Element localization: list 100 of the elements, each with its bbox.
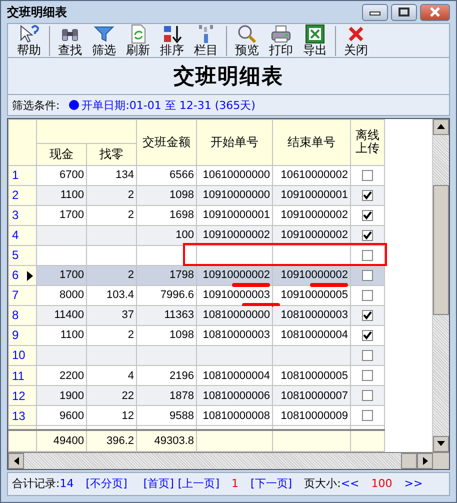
up-arrow-icon [437, 124, 445, 130]
column-header[interactable]: 开始单号 [196, 119, 272, 166]
checkbox[interactable] [362, 270, 373, 281]
table-cell: 9588 [136, 406, 196, 426]
table-cell: 10910000002 [272, 205, 350, 226]
scroll-thumb[interactable] [401, 452, 417, 469]
table-row[interactable]: 1 6700 134 6566 10610000000 10610000002 [8, 165, 384, 186]
checkbox[interactable] [362, 250, 373, 261]
table-row[interactable]: 10 [8, 345, 384, 366]
total-cell: 49400 [36, 430, 86, 452]
minimize-button[interactable] [362, 4, 388, 21]
pager-link[interactable]: [首页] [143, 476, 174, 492]
record-count-label: 合计记录: [12, 476, 60, 492]
column-header[interactable]: 找零 [86, 143, 136, 166]
row-number: 4 [8, 225, 36, 246]
pager-link[interactable]: [上一页] [178, 476, 220, 492]
table-cell: 1098 [136, 185, 196, 206]
table-cell: 1698 [136, 205, 196, 226]
row-number: 11 [8, 365, 36, 386]
toolbar-button[interactable]: 筛选 [87, 24, 121, 58]
table-cell: 1100 [36, 185, 86, 206]
maximize-icon [398, 7, 410, 18]
table-cell: 1700 [36, 265, 86, 286]
toolbar-button[interactable]: 排序 [155, 24, 189, 58]
checkbox[interactable] [362, 170, 373, 181]
filter-icon [93, 24, 115, 44]
checkbox[interactable] [362, 410, 373, 422]
check-icon [363, 230, 372, 240]
table-cell [36, 225, 86, 246]
page-size-label: 页大小: [304, 476, 341, 492]
table-cell [136, 345, 196, 366]
scroll-thumb[interactable] [433, 184, 449, 315]
toolbar-button[interactable]: 帮助 [12, 24, 46, 58]
table-cell: 2 [86, 205, 136, 226]
toolbar-button[interactable]: 预览 [230, 24, 264, 58]
toolbar-button[interactable]: 导出 [298, 24, 332, 58]
pager-link[interactable]: >> [404, 477, 423, 490]
table-row[interactable]: 4 100 10910000002 10910000002 [8, 225, 384, 246]
checkbox[interactable] [362, 230, 373, 241]
row-number: 8 [8, 305, 36, 326]
table-cell [86, 245, 136, 266]
toolbar-button[interactable]: 打印 [264, 24, 298, 58]
column-header[interactable]: 结束单号 [272, 119, 350, 166]
table-cell [86, 345, 136, 366]
table-cell: 10810000006 [196, 386, 272, 406]
row-number: 10 [8, 345, 36, 366]
table-row[interactable]: 3 1700 2 1698 10910000001 10910000002 [8, 205, 384, 226]
checkbox[interactable] [362, 390, 373, 402]
header-cell [8, 119, 36, 166]
table-row[interactable]: 2 1100 2 1098 10910000000 10910000001 [8, 185, 384, 206]
table-row[interactable]: 8 11400 37 11363 10810000000 10810000003 [8, 305, 384, 326]
table-cell: 1798 [136, 265, 196, 286]
checkbox[interactable] [362, 290, 373, 301]
toolbar-button[interactable]: 刷新 [121, 24, 155, 58]
checkbox[interactable] [362, 210, 373, 221]
toolbar-button[interactable]: 查找 [53, 24, 87, 58]
checkbox[interactable] [362, 370, 373, 382]
table-cell: 37 [86, 305, 136, 326]
table-row[interactable]: 12 1900 22 1878 10810000006 10810000007 [8, 386, 384, 406]
table-row[interactable]: 6 1700 2 1798 10910000002 10910000002 [8, 265, 384, 286]
toolbar-button[interactable]: 栏目 [189, 24, 223, 58]
pager-link[interactable]: [不分页] [86, 476, 128, 492]
down-arrow-icon [437, 441, 445, 446]
total-cell: 49303.8 [136, 430, 196, 452]
filter-label: 筛选条件: [12, 98, 60, 112]
table-cell: 1100 [36, 325, 86, 346]
table-cell: 10810000008 [196, 406, 272, 426]
table-row[interactable]: 13 9600 12 9588 10810000008 10810000009 [8, 406, 384, 426]
checkbox[interactable] [362, 190, 373, 201]
row-number: 13 [8, 406, 36, 426]
table-cell: 6566 [136, 165, 196, 186]
column-header[interactable]: 交班金额 [136, 119, 196, 166]
current-row-icon [27, 270, 33, 281]
close-button[interactable] [420, 4, 450, 21]
pager-link[interactable]: << [340, 477, 360, 490]
check-icon [363, 210, 372, 220]
table-cell: 2 [86, 325, 136, 346]
page-number: 1 [232, 477, 238, 490]
window-title: 交班明细表 [7, 4, 67, 21]
horizontal-scrollbar[interactable] [8, 452, 449, 469]
sort-icon [161, 24, 183, 44]
pager-link[interactable]: [下一页] [250, 476, 292, 492]
toolbar-button[interactable]: 关闭 [339, 24, 373, 58]
table-cell: 10910000002 [196, 265, 272, 286]
table-cell: 10910000001 [272, 185, 350, 206]
checkbox[interactable] [362, 310, 373, 321]
record-count: 14 [60, 477, 74, 490]
table-cell: 10910000002 [272, 265, 350, 286]
maximize-button[interactable] [391, 4, 417, 21]
row-number: 6 [8, 265, 36, 286]
table-row[interactable]: 9 1100 2 1098 10810000003 10810000004 [8, 325, 384, 346]
checkbox[interactable] [362, 350, 373, 362]
check-icon [363, 310, 372, 320]
column-header[interactable]: 离线上传 [350, 119, 384, 166]
report-heading: 交班明细表 [7, 58, 450, 96]
left-arrow-icon [14, 456, 18, 465]
column-header[interactable]: 现金 [36, 143, 86, 166]
checkbox[interactable] [362, 330, 373, 341]
table-cell [36, 245, 86, 266]
table-cell: 10810000003 [272, 305, 350, 326]
